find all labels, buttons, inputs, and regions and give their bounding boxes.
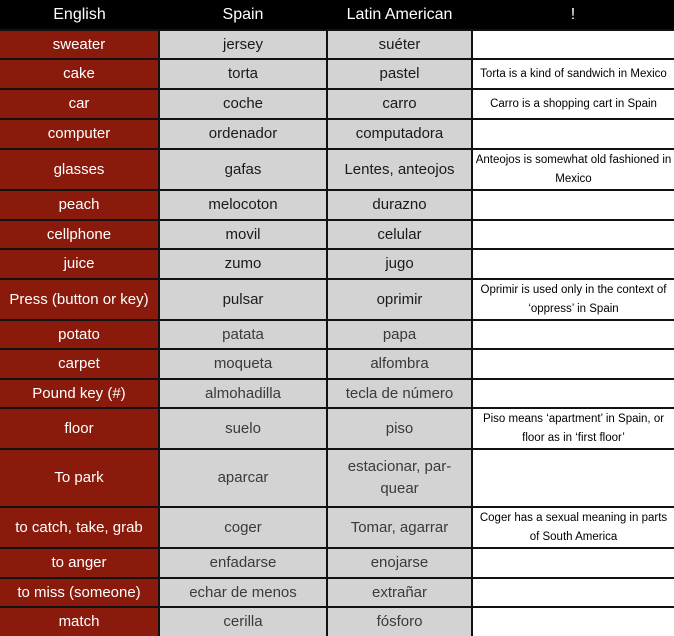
spain-cell: coger [158, 506, 328, 549]
english-cell: car [0, 88, 160, 120]
table-row: cellphone movil celular [0, 219, 674, 250]
note-cell [471, 448, 674, 508]
english-cell: potato [0, 319, 160, 350]
note-cell [471, 319, 674, 350]
latin-american-cell: jugo [326, 248, 473, 280]
table-row: sweater jersey suéter [0, 29, 674, 60]
note-cell [471, 219, 674, 250]
spain-cell: torta [158, 58, 328, 90]
spain-cell: almohadilla [158, 378, 328, 409]
english-cell: to catch, take, grab [0, 506, 160, 549]
english-cell: cellphone [0, 219, 160, 250]
header-latin-american: Latin American [327, 0, 472, 30]
english-cell: To park [0, 448, 160, 508]
english-cell: cake [0, 58, 160, 90]
english-cell: glasses [0, 148, 160, 191]
english-cell: carpet [0, 348, 160, 380]
latin-american-cell: estacionar, par-quear [326, 448, 473, 508]
header-note: ! [472, 0, 674, 30]
latin-american-cell: computadora [326, 118, 473, 150]
header-spain: Spain [159, 0, 327, 30]
header-row: English Spain Latin American ! [0, 0, 674, 30]
latin-american-cell: Tomar, agarrar [326, 506, 473, 549]
note-cell [471, 248, 674, 280]
vocabulary-table: English Spain Latin American ! sweater je… [0, 0, 674, 636]
table-row: floor suelo piso Piso means ‘apartment’ in … [0, 407, 674, 450]
table-row: to anger enfadarse enojarse [0, 547, 674, 579]
latin-american-cell: piso [326, 407, 473, 450]
latin-american-cell: tecla de número [326, 378, 473, 409]
table-row: juice zumo jugo [0, 248, 674, 280]
spain-cell: enfadarse [158, 547, 328, 579]
latin-american-cell: pastel [326, 58, 473, 90]
spain-cell: cerilla [158, 606, 328, 636]
table-row: carpet moqueta alfombra [0, 348, 674, 380]
table-row: car coche carro Carro is a shopping cart in… [0, 88, 674, 120]
table-row: peach melocoton durazno [0, 189, 674, 221]
spain-cell: jersey [158, 29, 328, 60]
latin-american-cell: alfombra [326, 348, 473, 380]
table-row: Press (button or key) pulsar oprimir Oprimi… [0, 278, 674, 321]
header-english: English [0, 0, 159, 30]
english-cell: juice [0, 248, 160, 280]
english-cell: peach [0, 189, 160, 221]
spain-cell: ordenador [158, 118, 328, 150]
english-cell: Press (button or key) [0, 278, 160, 321]
note-cell: Anteojos is somewhat old fashioned in Me… [471, 148, 674, 191]
spain-cell: suelo [158, 407, 328, 450]
table-row: glasses gafas Lentes, anteojos Anteojos is … [0, 148, 674, 191]
note-cell [471, 118, 674, 150]
spain-cell: moqueta [158, 348, 328, 380]
spain-cell: gafas [158, 148, 328, 191]
english-cell: Pound key (#) [0, 378, 160, 409]
note-cell [471, 348, 674, 380]
note-cell [471, 378, 674, 409]
latin-american-cell: celular [326, 219, 473, 250]
table-row: to catch, take, grab coger Tomar, agarrar C… [0, 506, 674, 549]
spain-cell: movil [158, 219, 328, 250]
english-cell: sweater [0, 29, 160, 60]
table-row: cake torta pastel Torta is a kind of sandwi… [0, 58, 674, 90]
table-row: potato patata papa [0, 319, 674, 350]
latin-american-cell: suéter [326, 29, 473, 60]
english-cell: computer [0, 118, 160, 150]
latin-american-cell: extrañar [326, 577, 473, 608]
note-cell [471, 577, 674, 608]
note-cell [471, 189, 674, 221]
spain-cell: echar de menos [158, 577, 328, 608]
spain-cell: melocoton [158, 189, 328, 221]
spain-cell: coche [158, 88, 328, 120]
table-row: computer ordenador computadora [0, 118, 674, 150]
note-cell: Torta is a kind of sandwich in Mexico [471, 58, 674, 90]
note-cell: Piso means ‘apartment’ in Spain, or floo… [471, 407, 674, 450]
note-cell: Carro is a shopping cart in Spain [471, 88, 674, 120]
latin-american-cell: carro [326, 88, 473, 120]
spain-cell: pulsar [158, 278, 328, 321]
table-row: To park aparcar estacionar, par-quear [0, 448, 674, 508]
note-cell: Coger has a sexual meaning in parts of S… [471, 506, 674, 549]
table-body: sweater jersey suéter cake torta pastel Torta … [0, 29, 674, 636]
latin-american-cell: fósforo [326, 606, 473, 636]
english-cell: to anger [0, 547, 160, 579]
latin-american-cell: Lentes, anteojos [326, 148, 473, 191]
english-cell: match [0, 606, 160, 636]
latin-american-cell: papa [326, 319, 473, 350]
latin-american-cell: oprimir [326, 278, 473, 321]
note-cell [471, 547, 674, 579]
table-row: to miss (someone) echar de menos extrañar [0, 577, 674, 608]
note-cell [471, 606, 674, 636]
spain-cell: aparcar [158, 448, 328, 508]
english-cell: to miss (someone) [0, 577, 160, 608]
note-cell: Oprimir is used only in the context of ‘… [471, 278, 674, 321]
table-row: Pound key (#) almohadilla tecla de número [0, 378, 674, 409]
note-cell [471, 29, 674, 60]
spain-cell: patata [158, 319, 328, 350]
latin-american-cell: enojarse [326, 547, 473, 579]
english-cell: floor [0, 407, 160, 450]
table-row: match cerilla fósforo [0, 606, 674, 636]
spain-cell: zumo [158, 248, 328, 280]
latin-american-cell: durazno [326, 189, 473, 221]
